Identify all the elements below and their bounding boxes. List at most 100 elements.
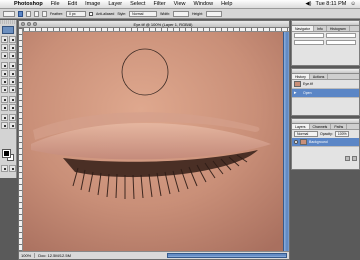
magic-wand-tool-icon[interactable] — [9, 44, 16, 51]
shape-tool-icon[interactable] — [9, 104, 16, 111]
hand-tool-icon[interactable] — [1, 122, 8, 129]
eye-photo — [23, 32, 285, 253]
layer-buttons — [292, 155, 359, 162]
tab-histogram[interactable]: Histogram — [327, 26, 350, 31]
brush-tool-icon[interactable] — [9, 62, 16, 69]
intersect-selection-button[interactable] — [42, 10, 47, 17]
menu-file[interactable]: File — [47, 0, 64, 9]
layers-palette: Layers Channels Paths Normal Opacity: 10… — [291, 118, 360, 170]
gradient-tool-icon[interactable] — [9, 78, 16, 85]
add-selection-button[interactable] — [26, 10, 31, 17]
new-selection-button[interactable] — [18, 10, 23, 17]
eyedropper-tool-icon[interactable] — [9, 114, 16, 121]
subtract-selection-button[interactable] — [34, 10, 39, 17]
zoom-level[interactable]: 100% — [21, 253, 36, 258]
marquee-tool-icon[interactable] — [1, 36, 8, 43]
info-field — [294, 33, 324, 38]
feather-label: Feather: — [50, 11, 64, 16]
history-palette: History Actions Eye.tif ▸ Open — [291, 68, 360, 116]
healing-brush-tool-icon[interactable] — [1, 62, 8, 69]
feather-field[interactable]: 0 px — [66, 10, 87, 17]
quick-mask-mode-icon[interactable] — [9, 165, 16, 172]
menu-edit[interactable]: Edit — [64, 0, 81, 9]
tab-navigator[interactable]: Navigator — [292, 26, 314, 31]
minimize-window-icon[interactable] — [27, 22, 31, 26]
height-label: Height: — [192, 11, 204, 16]
menu-bar: Photoshop File Edit Image Layer Select F… — [0, 0, 360, 9]
menu-view[interactable]: View — [170, 0, 190, 9]
tab-info[interactable]: Info — [314, 26, 327, 31]
width-label: Width: — [160, 11, 171, 16]
dodge-tool-icon[interactable] — [9, 86, 16, 93]
info-field — [294, 40, 324, 45]
slice-tool-icon[interactable] — [9, 52, 16, 59]
history-brush-tool-icon[interactable] — [9, 70, 16, 77]
zoom-tool-icon[interactable] — [9, 122, 16, 129]
menu-layer[interactable]: Layer — [104, 0, 126, 9]
type-tool-icon[interactable] — [9, 96, 16, 103]
antialias-label: Anti-aliased — [96, 11, 115, 16]
info-field — [326, 33, 356, 38]
history-snapshot[interactable]: Eye.tif — [292, 80, 359, 89]
finder-icon[interactable]: ☺ — [350, 1, 356, 7]
menu-help[interactable]: Help — [217, 0, 236, 9]
image-canvas[interactable] — [23, 32, 285, 253]
tab-actions[interactable]: Actions — [310, 74, 329, 79]
photoshop-logo-icon[interactable] — [2, 26, 14, 34]
height-field[interactable] — [206, 10, 223, 17]
layer-name: Background — [309, 140, 328, 144]
style-label: Style: — [117, 11, 127, 16]
menu-filter[interactable]: Filter — [149, 0, 169, 9]
menu-window[interactable]: Window — [190, 0, 218, 9]
blur-tool-icon[interactable] — [1, 86, 8, 93]
tab-history[interactable]: History — [292, 74, 310, 79]
snapshot-thumbnail — [294, 81, 301, 87]
document-status-bar: 100% Doc: 12.5M/12.5M — [19, 251, 289, 259]
history-item-label: Eye.tif — [303, 82, 313, 86]
document-titlebar[interactable]: Eye.tif @ 100% (Layer 1, RGB/8) — [19, 21, 289, 28]
tab-channels[interactable]: Channels — [310, 124, 332, 129]
menu-select[interactable]: Select — [126, 0, 149, 9]
style-select[interactable]: Normal — [129, 10, 158, 17]
clone-stamp-tool-icon[interactable] — [1, 70, 8, 77]
pen-tool-icon[interactable] — [1, 104, 8, 111]
menubar-clock[interactable]: Tue 8:11 PM — [315, 1, 346, 7]
visibility-eye-icon[interactable] — [294, 140, 298, 144]
layer-options-row: Normal Opacity: 100% — [292, 130, 359, 138]
foreground-color-swatch[interactable] — [2, 149, 11, 158]
antialias-checkbox[interactable] — [89, 11, 94, 16]
blend-mode-select[interactable]: Normal — [294, 131, 318, 137]
vertical-scrollbar[interactable] — [283, 32, 289, 253]
tab-layers[interactable]: Layers — [292, 124, 310, 129]
history-state-icon: ▸ — [294, 90, 297, 96]
layer-thumbnail — [300, 139, 307, 145]
menu-photoshop[interactable]: Photoshop — [10, 0, 47, 9]
history-item-label: Open — [303, 91, 312, 95]
info-readout — [292, 32, 359, 46]
history-state[interactable]: ▸ Open — [292, 89, 359, 98]
delete-layer-icon[interactable] — [352, 156, 357, 161]
crop-tool-icon[interactable] — [1, 52, 8, 59]
document-size-info[interactable]: Doc: 12.5M/12.5M — [38, 253, 71, 258]
toolbox-titlebar[interactable] — [0, 20, 16, 24]
opacity-field[interactable]: 100% — [334, 131, 349, 137]
document-title: Eye.tif @ 100% (Layer 1, RGB/8) — [133, 21, 193, 27]
layer-row[interactable]: Background — [292, 138, 359, 147]
navigator-palette: Navigator Info Histogram — [291, 20, 360, 66]
menu-image[interactable]: Image — [81, 0, 104, 9]
new-layer-icon[interactable] — [345, 156, 350, 161]
options-bar: Feather: 0 px Anti-aliased Style: Normal… — [0, 9, 360, 19]
eraser-tool-icon[interactable] — [1, 78, 8, 85]
horizontal-scrollbar[interactable] — [167, 253, 287, 258]
tab-paths[interactable]: Paths — [331, 124, 348, 129]
tool-preset-picker[interactable] — [3, 10, 15, 17]
standard-mode-icon[interactable] — [1, 165, 8, 172]
lasso-tool-icon[interactable] — [1, 44, 8, 51]
move-tool-icon[interactable] — [9, 36, 16, 43]
path-selection-tool-icon[interactable] — [1, 96, 8, 103]
notes-tool-icon[interactable] — [1, 114, 8, 121]
close-window-icon[interactable] — [21, 22, 25, 26]
volume-icon[interactable]: ◀) — [305, 1, 311, 7]
menubar-status: ◀) Tue 8:11 PM ☺ — [305, 1, 360, 7]
width-field[interactable] — [173, 10, 190, 17]
